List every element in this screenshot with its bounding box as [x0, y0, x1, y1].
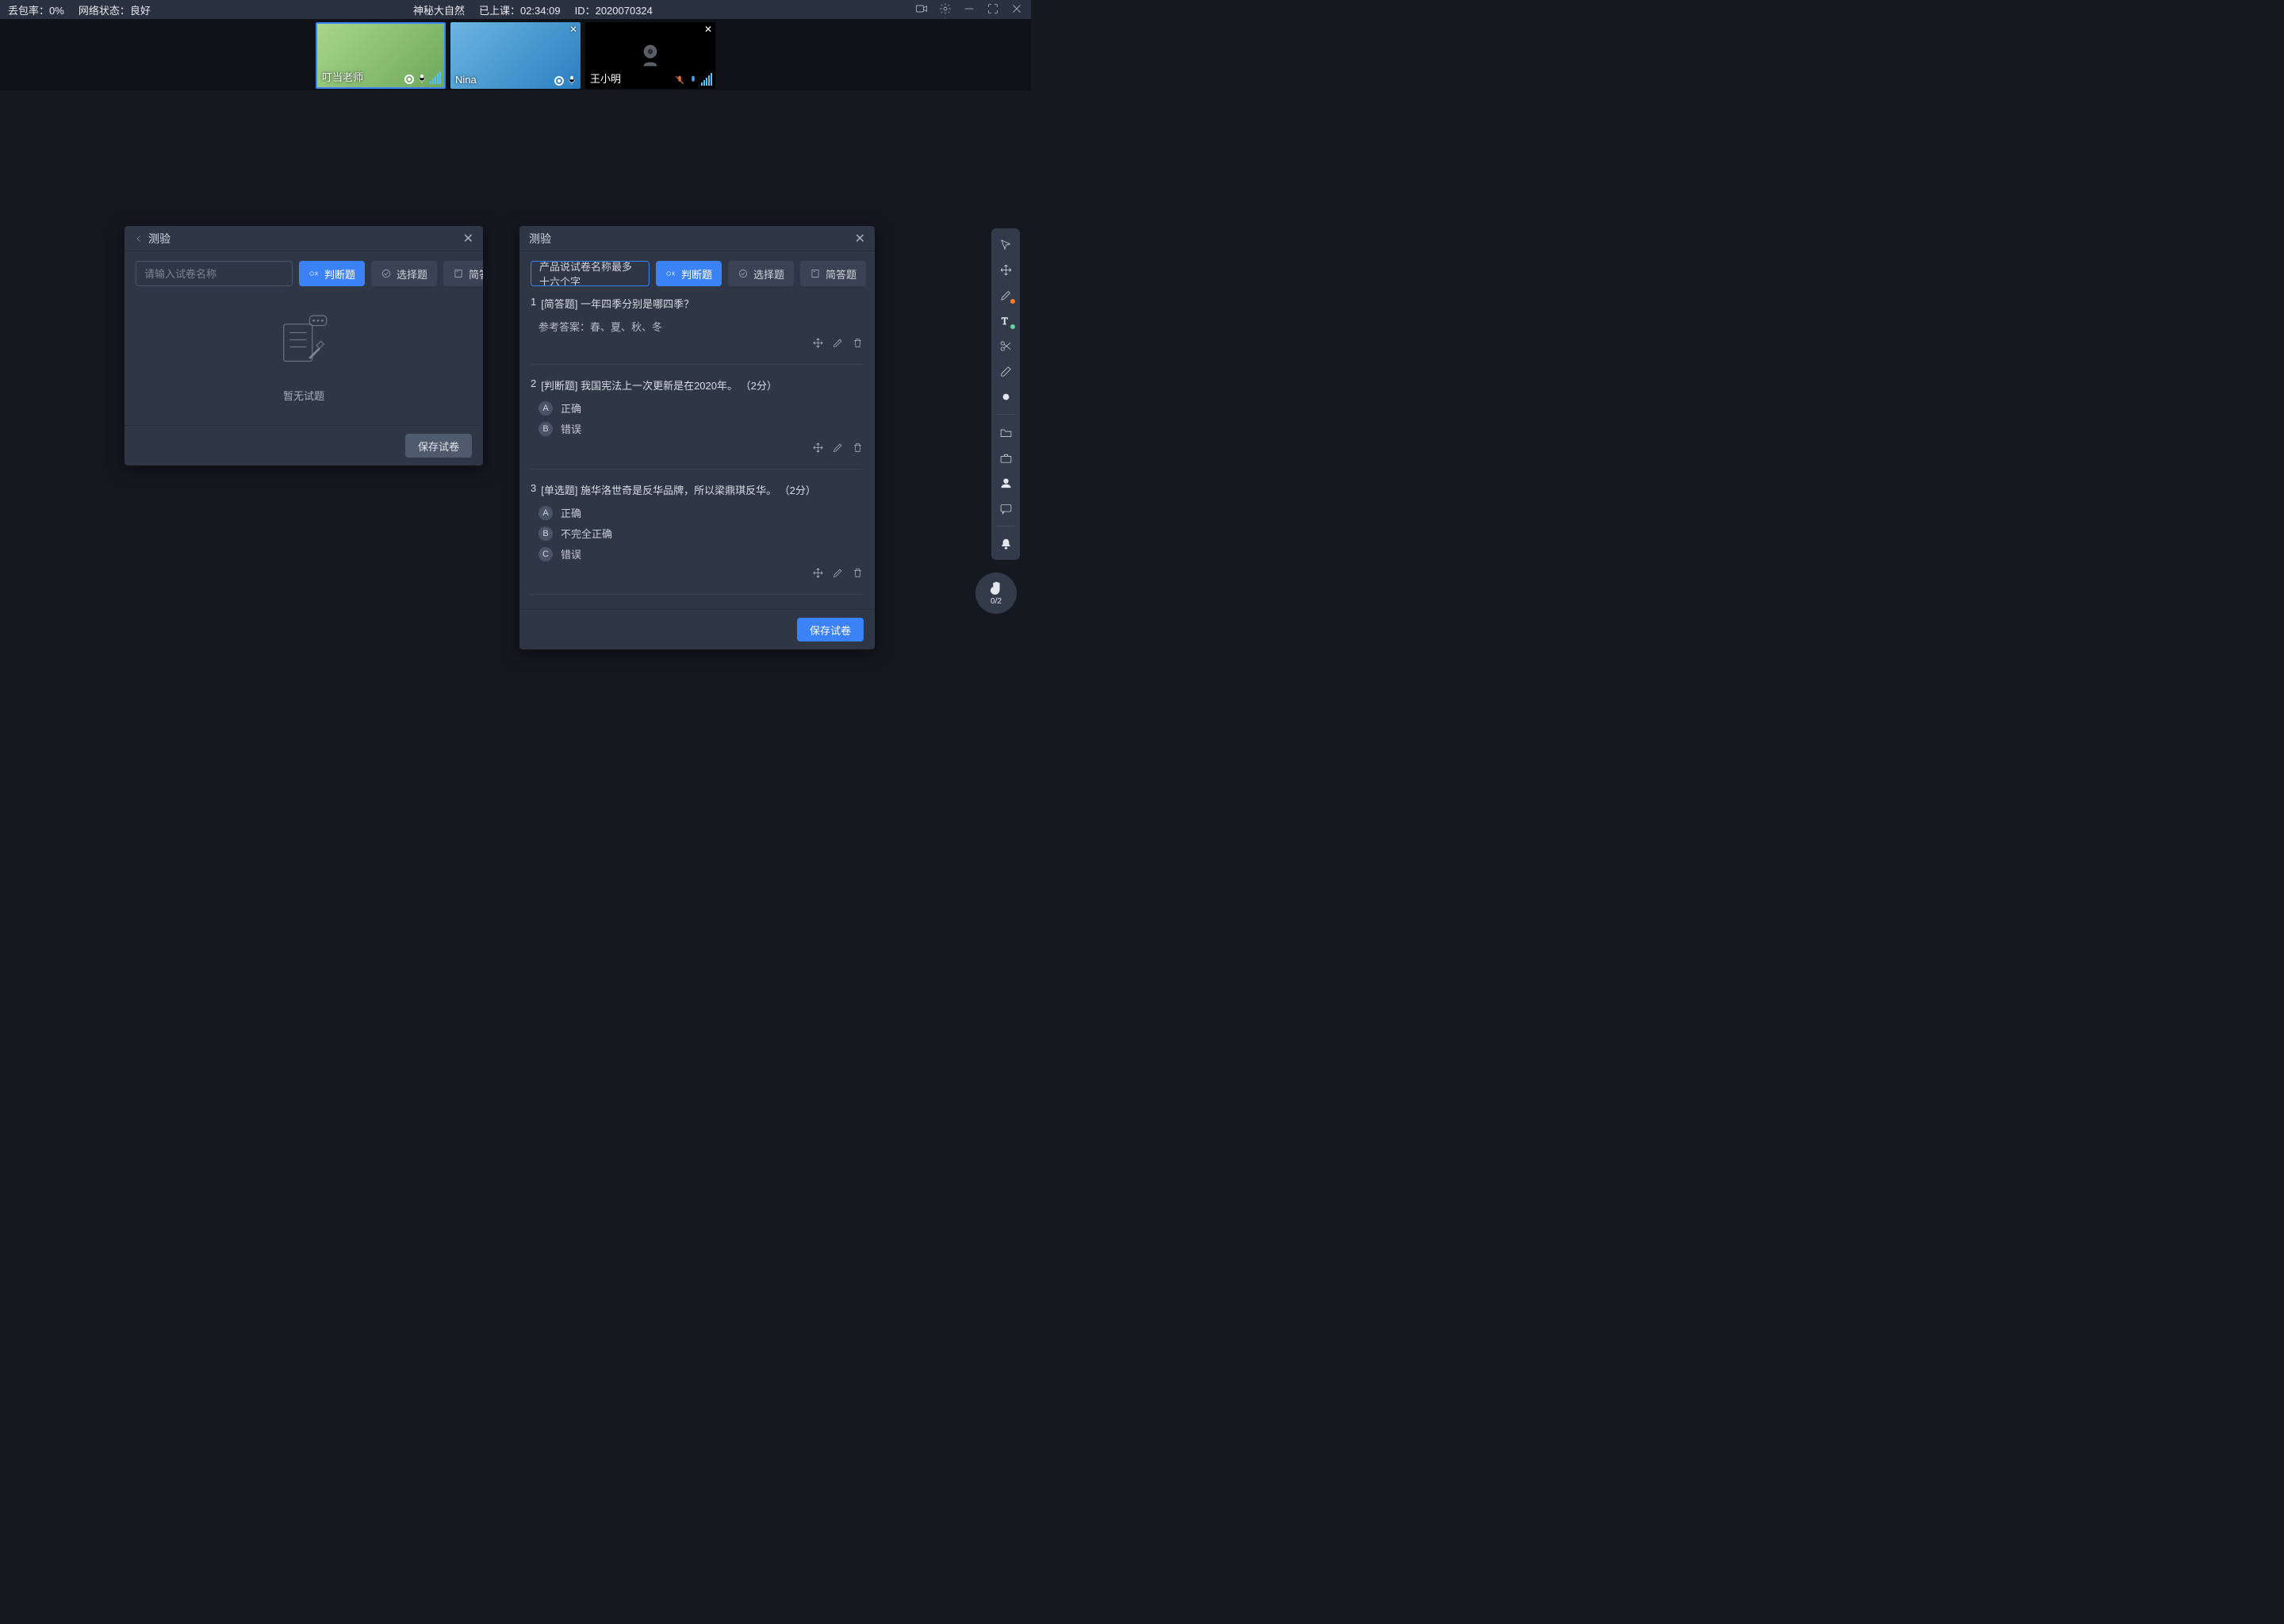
raise-hand-button[interactable]: 0/2	[975, 573, 1017, 614]
add-true-false-button[interactable]: 判断题	[299, 261, 365, 286]
video-close-icon[interactable]: ✕	[569, 24, 577, 35]
class-title: 神秘大自然	[413, 2, 465, 17]
question-option[interactable]: C 错误	[538, 546, 864, 561]
question-option[interactable]: A 正确	[538, 505, 864, 520]
tool-pen-icon[interactable]	[994, 284, 1017, 306]
tool-eraser-icon[interactable]	[994, 360, 1017, 382]
elapsed-time: 已上课：02:34:09	[479, 2, 561, 17]
volume-bars-icon	[701, 73, 712, 86]
edit-question-icon[interactable]	[832, 442, 844, 456]
question-options: A 正确 B 错误	[538, 400, 864, 436]
option-letter: B	[538, 422, 553, 436]
quiz-name-input[interactable]: 产品说试卷名称最多十六个字	[531, 261, 650, 286]
question-item: 3[单选题] 施华洛世奇是反华品牌，所以梁鼎琪反华。 （2分） A 正确 B 不完全正确…	[531, 482, 864, 595]
question-answer: 参考答案：春、夏、秋、冬	[538, 319, 864, 334]
panel-title: 测验	[529, 231, 551, 247]
video-strip: 叮当老师 ✕ Nina ✕ 王小明	[0, 19, 1031, 90]
raise-hand-count: 0/2	[991, 597, 1002, 606]
video-name: Nina	[455, 74, 477, 86]
delete-question-icon[interactable]	[852, 337, 864, 351]
question-title: 3[单选题] 施华洛世奇是反华品牌，所以梁鼎琪反华。 （2分）	[531, 482, 864, 497]
tool-chat-icon[interactable]	[994, 497, 1017, 519]
empty-state: 暂无试题	[136, 296, 472, 415]
video-card-student[interactable]: ✕ Nina	[450, 22, 581, 89]
signal-icon	[554, 76, 564, 86]
session-id: ID：2020070324	[575, 2, 653, 17]
question-option[interactable]: B 错误	[538, 421, 864, 436]
question-options: A 正确 B 不完全正确 C 错误	[538, 505, 864, 561]
move-question-icon[interactable]	[812, 567, 824, 581]
question-option[interactable]: B 不完全正确	[538, 526, 864, 541]
save-quiz-button[interactable]: 保存试卷	[797, 618, 864, 642]
option-label: 正确	[561, 505, 581, 520]
back-icon[interactable]	[134, 234, 144, 243]
delete-question-icon[interactable]	[852, 567, 864, 581]
option-label: 错误	[561, 421, 581, 436]
minimize-icon[interactable]	[963, 2, 975, 17]
quiz-panel-empty: 测验 ✕ 判断题 选择题 简答题	[125, 226, 483, 465]
mic-icon	[566, 75, 577, 86]
option-label: 错误	[561, 546, 581, 561]
tool-folder-icon[interactable]	[994, 421, 1017, 443]
option-letter: B	[538, 527, 553, 541]
video-close-icon[interactable]: ✕	[704, 24, 712, 35]
empty-text: 暂无试题	[283, 388, 324, 403]
option-letter: A	[538, 401, 553, 416]
record-icon[interactable]	[915, 2, 928, 17]
add-true-false-button[interactable]: 判断题	[656, 261, 722, 286]
tool-pointer-icon[interactable]	[994, 233, 1017, 255]
tool-scissors-icon[interactable]	[994, 335, 1017, 357]
panel-title: 测验	[148, 231, 171, 247]
delete-question-icon[interactable]	[852, 442, 864, 456]
edit-question-icon[interactable]	[832, 337, 844, 351]
add-short-answer-button[interactable]: 简答题	[443, 261, 483, 286]
quiz-name-input[interactable]	[136, 261, 293, 286]
mic-muted-icon	[674, 75, 685, 86]
signal-icon	[404, 75, 414, 84]
question-item: 1[简答题] 一年四季分别是哪四季？ 参考答案：春、夏、秋、冬	[531, 296, 864, 365]
empty-quiz-icon	[268, 308, 339, 380]
video-card-student[interactable]: ✕ 王小明	[585, 22, 715, 89]
option-letter: A	[538, 506, 553, 520]
tool-toolbox-icon[interactable]	[994, 446, 1017, 469]
packet-loss: 丢包率：0%	[8, 2, 64, 17]
add-short-answer-button[interactable]: 简答题	[800, 261, 866, 286]
move-question-icon[interactable]	[812, 337, 824, 351]
video-name: 叮当老师	[322, 69, 363, 84]
tool-move-icon[interactable]	[994, 259, 1017, 281]
edit-question-icon[interactable]	[832, 567, 844, 581]
option-letter: C	[538, 547, 553, 561]
question-item: 2[判断题] 我国宪法上一次更新是在2020年。 （2分） A 正确 B 错误	[531, 377, 864, 469]
question-title: 1[简答题] 一年四季分别是哪四季？	[531, 296, 864, 311]
svg-text:T: T	[1001, 315, 1007, 326]
tool-bell-icon[interactable]	[994, 533, 1017, 555]
save-quiz-button[interactable]: 保存试卷	[405, 434, 472, 458]
camera-off-icon	[634, 40, 666, 71]
option-label: 不完全正确	[561, 526, 612, 541]
add-choice-button[interactable]: 选择题	[728, 261, 794, 286]
network-status: 网络状态：良好	[79, 2, 151, 17]
volume-bars-icon	[430, 71, 441, 84]
video-name: 王小明	[590, 71, 621, 86]
question-option[interactable]: A 正确	[538, 400, 864, 416]
close-icon[interactable]: ✕	[855, 231, 865, 247]
mic-icon	[688, 75, 699, 86]
move-question-icon[interactable]	[812, 442, 824, 456]
tool-user-icon[interactable]	[994, 472, 1017, 494]
option-label: 正确	[561, 400, 581, 416]
right-toolbar: T	[991, 228, 1020, 560]
top-bar: 丢包率：0% 网络状态：良好 神秘大自然 已上课：02:34:09 ID：202…	[0, 0, 1031, 19]
video-card-teacher[interactable]: 叮当老师	[316, 22, 446, 89]
hand-icon	[988, 580, 1004, 596]
close-window-icon[interactable]	[1010, 2, 1023, 17]
close-icon[interactable]: ✕	[463, 231, 473, 247]
settings-icon[interactable]	[939, 2, 952, 17]
mic-icon	[416, 73, 427, 84]
fullscreen-icon[interactable]	[987, 2, 999, 17]
tool-color-icon[interactable]	[994, 385, 1017, 408]
quiz-panel-editor: 测验 ✕ 产品说试卷名称最多十六个字 判断题 选择题 简答题 1[简答题] 一年…	[519, 226, 875, 649]
add-choice-button[interactable]: 选择题	[371, 261, 437, 286]
question-title: 2[判断题] 我国宪法上一次更新是在2020年。 （2分）	[531, 377, 864, 393]
tool-text-icon[interactable]: T	[994, 309, 1017, 331]
